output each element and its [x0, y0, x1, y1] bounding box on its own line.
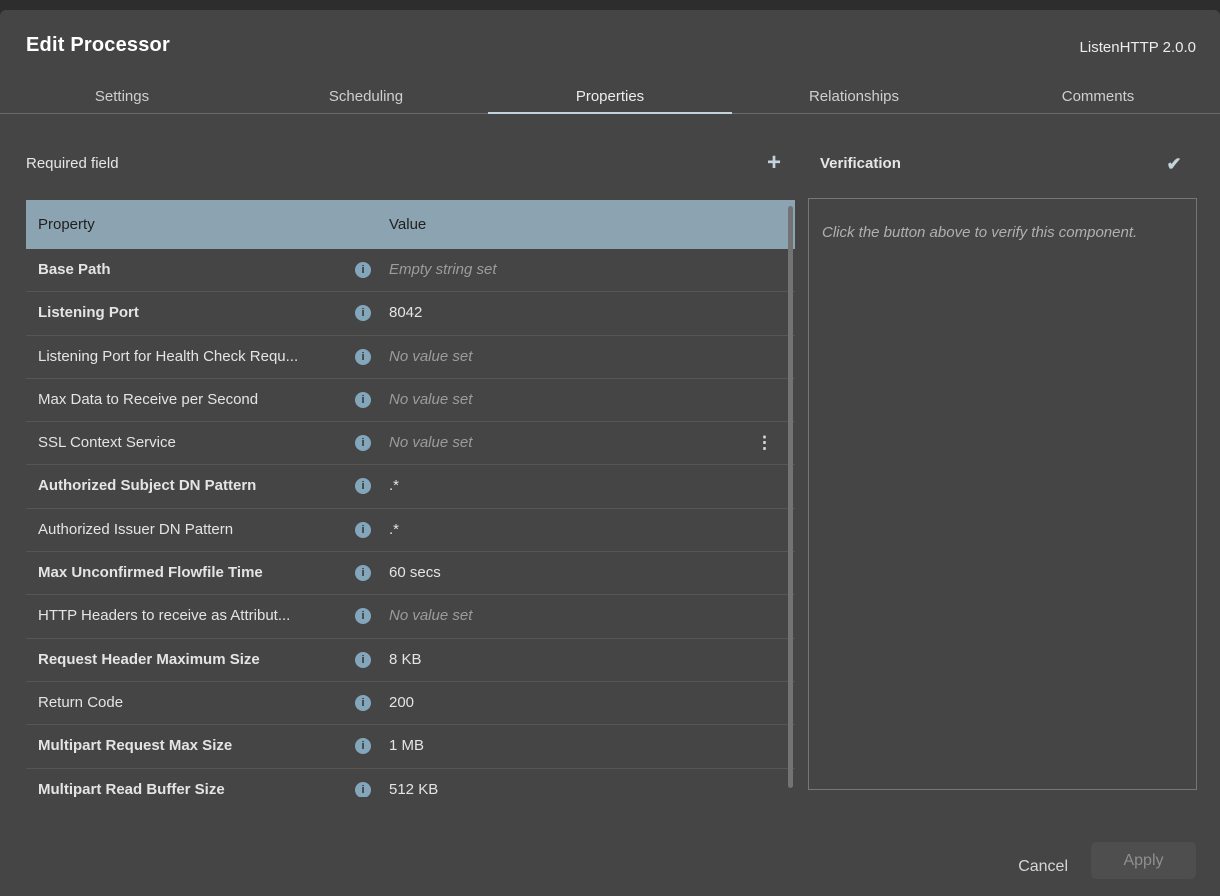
info-icon[interactable]: i: [355, 695, 371, 711]
table-row[interactable]: Request Header Maximum Size i 8 KB: [26, 639, 795, 682]
column-header-property: Property: [38, 216, 95, 233]
tab-comments[interactable]: Comments: [976, 80, 1220, 113]
property-name: Base Path: [38, 261, 111, 278]
property-name: Max Unconfirmed Flowfile Time: [38, 564, 263, 581]
tab-relationships[interactable]: Relationships: [732, 80, 976, 113]
table-row[interactable]: SSL Context Service i No value set ⋮: [26, 422, 795, 465]
property-name: Request Header Maximum Size: [38, 651, 260, 668]
processor-version: ListenHTTP 2.0.0: [1080, 39, 1196, 56]
property-value[interactable]: Empty string set: [389, 261, 497, 278]
info-icon[interactable]: i: [355, 305, 371, 321]
tab-scheduling[interactable]: Scheduling: [244, 80, 488, 113]
tab-bar: Settings Scheduling Properties Relationship…: [0, 80, 1220, 114]
info-icon[interactable]: i: [355, 608, 371, 624]
tab-settings[interactable]: Settings: [0, 80, 244, 113]
property-value[interactable]: .*: [389, 521, 399, 538]
cancel-button[interactable]: Cancel: [1018, 849, 1068, 885]
table-row[interactable]: Authorized Issuer DN Pattern i .*: [26, 509, 795, 552]
info-icon[interactable]: i: [355, 392, 371, 408]
property-value[interactable]: 512 KB: [389, 781, 438, 797]
table-row[interactable]: Base Path i Empty string set: [26, 249, 795, 292]
table-row[interactable]: Multipart Read Buffer Size i 512 KB: [26, 769, 795, 797]
check-icon: ✔: [1166, 154, 1181, 175]
table-row[interactable]: Max Unconfirmed Flowfile Time i 60 secs: [26, 552, 795, 595]
verification-label: Verification: [820, 155, 901, 172]
table-row[interactable]: Max Data to Receive per Second i No value …: [26, 379, 795, 422]
required-field-label: Required field: [26, 155, 119, 172]
property-value[interactable]: 8042: [389, 304, 422, 321]
plus-icon: +: [767, 149, 781, 177]
property-table-body: Base Path i Empty string set Listening Port…: [26, 249, 795, 797]
page-title: Edit Processor: [26, 34, 170, 57]
info-icon[interactable]: i: [355, 522, 371, 538]
property-name: HTTP Headers to receive as Attribut...: [38, 607, 290, 624]
info-icon[interactable]: i: [355, 738, 371, 754]
column-header-value: Value: [389, 216, 426, 233]
tab-label: Comments: [1062, 88, 1135, 105]
more-options-icon[interactable]: ⋮: [756, 433, 773, 453]
property-value[interactable]: No value set: [389, 348, 472, 365]
property-name: Return Code: [38, 694, 123, 711]
add-property-button[interactable]: +: [758, 148, 790, 178]
property-value[interactable]: .*: [389, 477, 399, 494]
property-table-header: Property Value: [26, 200, 795, 249]
info-icon[interactable]: i: [355, 782, 371, 797]
property-value[interactable]: No value set: [389, 391, 472, 408]
edit-processor-dialog: Edit Processor ListenHTTP 2.0.0 Settings…: [0, 10, 1220, 896]
info-icon[interactable]: i: [355, 349, 371, 365]
property-value[interactable]: 60 secs: [389, 564, 441, 581]
property-value[interactable]: 8 KB: [389, 651, 422, 668]
property-name: Authorized Issuer DN Pattern: [38, 521, 233, 538]
property-value[interactable]: No value set: [389, 607, 472, 624]
verify-button[interactable]: ✔: [1158, 150, 1190, 178]
property-name: Multipart Request Max Size: [38, 737, 232, 754]
property-name: Max Data to Receive per Second: [38, 391, 258, 408]
table-row[interactable]: HTTP Headers to receive as Attribut... i N…: [26, 595, 795, 638]
tab-label: Settings: [95, 88, 149, 105]
table-row[interactable]: Authorized Subject DN Pattern i .*: [26, 465, 795, 508]
table-scrollbar[interactable]: [788, 206, 793, 788]
verification-placeholder-text: Click the button above to verify this co…: [809, 199, 1196, 245]
property-value[interactable]: 1 MB: [389, 737, 424, 754]
property-name: SSL Context Service: [38, 434, 176, 451]
property-name: Listening Port: [38, 304, 139, 321]
tab-properties[interactable]: Properties: [488, 80, 732, 113]
property-value[interactable]: No value set: [389, 434, 472, 451]
tab-label: Relationships: [809, 88, 899, 105]
tab-label: Properties: [576, 88, 644, 105]
property-name: Multipart Read Buffer Size: [38, 781, 225, 797]
info-icon[interactable]: i: [355, 478, 371, 494]
table-row[interactable]: Listening Port for Health Check Requ... i…: [26, 336, 795, 379]
table-row[interactable]: Multipart Request Max Size i 1 MB: [26, 725, 795, 768]
tab-label: Scheduling: [329, 88, 403, 105]
property-name: Listening Port for Health Check Requ...: [38, 348, 298, 365]
property-value[interactable]: 200: [389, 694, 414, 711]
info-icon[interactable]: i: [355, 262, 371, 278]
table-row[interactable]: Listening Port i 8042: [26, 292, 795, 335]
info-icon[interactable]: i: [355, 565, 371, 581]
info-icon[interactable]: i: [355, 652, 371, 668]
verification-results-panel: Click the button above to verify this co…: [808, 198, 1197, 790]
apply-button[interactable]: Apply: [1091, 842, 1196, 879]
property-table: Property Value Base Path i Empty string se…: [26, 200, 795, 797]
info-icon[interactable]: i: [355, 435, 371, 451]
table-row[interactable]: Return Code i 200: [26, 682, 795, 725]
property-name: Authorized Subject DN Pattern: [38, 477, 256, 494]
